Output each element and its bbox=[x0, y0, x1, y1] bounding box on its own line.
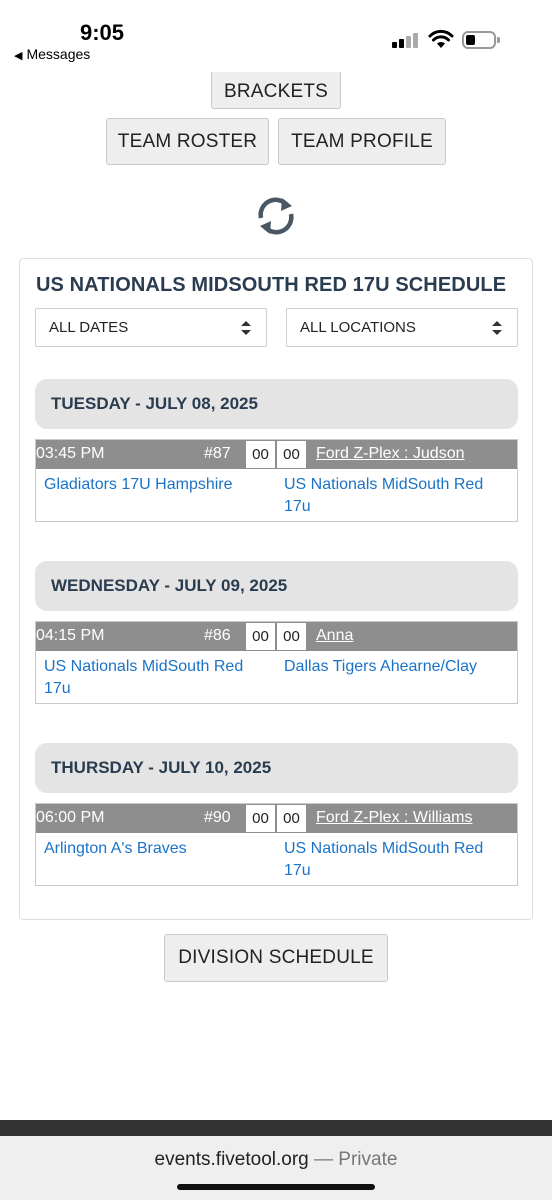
game-number: #87 bbox=[204, 445, 231, 462]
score-home: 00 bbox=[245, 622, 276, 651]
day-header: THURSDAY - JULY 10, 2025 bbox=[35, 743, 518, 793]
browser-toolbar-edge bbox=[0, 1120, 552, 1136]
game-location-link[interactable]: Ford Z-Plex : Williams bbox=[316, 809, 472, 827]
select-caret-icon bbox=[241, 321, 251, 335]
locations-filter-select[interactable]: ALL LOCATIONS bbox=[286, 308, 518, 347]
schedule-title: US NATIONALS MIDSOUTH RED 17U SCHEDULE bbox=[36, 274, 507, 296]
schedule-card: US NATIONALS MIDSOUTH RED 17U SCHEDULE A… bbox=[19, 258, 533, 920]
game-number: #90 bbox=[204, 809, 231, 826]
browser-address-bar[interactable]: events.fivetool.org — Private bbox=[0, 1136, 552, 1200]
cellular-signal-icon bbox=[392, 32, 420, 48]
score-away: 00 bbox=[276, 440, 307, 469]
refresh-icon[interactable] bbox=[254, 194, 298, 238]
brackets-button[interactable]: BRACKETS bbox=[211, 72, 341, 109]
game-time: 06:00 PM bbox=[36, 809, 105, 826]
wifi-icon bbox=[428, 29, 454, 48]
locations-filter-value: ALL LOCATIONS bbox=[300, 319, 416, 336]
team-link[interactable]: Dallas Tigers Ahearne/Clay bbox=[284, 656, 494, 678]
status-time: 9:05 bbox=[80, 20, 125, 45]
score-away: 00 bbox=[276, 622, 307, 651]
game-location-link[interactable]: Anna bbox=[316, 627, 353, 645]
back-triangle-icon: ◀ bbox=[14, 50, 23, 62]
game-time: 03:45 PM bbox=[36, 445, 105, 462]
private-label: — Private bbox=[314, 1149, 398, 1170]
dates-filter-value: ALL DATES bbox=[49, 319, 129, 336]
back-to-messages[interactable]: ◀ Messages bbox=[14, 46, 90, 62]
game-info-bar: 04:15 PM #86 00 00 Anna bbox=[36, 622, 517, 651]
score-home: 00 bbox=[245, 440, 276, 469]
back-label: Messages bbox=[26, 46, 91, 62]
status-bar: 9:05 ◀ Messages bbox=[0, 0, 552, 70]
score-home: 00 bbox=[245, 804, 276, 833]
team-link[interactable]: US Nationals MidSouth Red 17u bbox=[284, 838, 494, 882]
day-header: WEDNESDAY - JULY 09, 2025 bbox=[35, 561, 518, 611]
team-link[interactable]: US Nationals MidSouth Red 17u bbox=[284, 474, 494, 518]
game-number: #86 bbox=[204, 627, 231, 644]
home-indicator[interactable] bbox=[177, 1184, 375, 1190]
game-row: 04:15 PM #86 00 00 Anna US Nationals Mid… bbox=[35, 621, 518, 704]
select-caret-icon bbox=[492, 321, 502, 335]
score-away: 00 bbox=[276, 804, 307, 833]
page: 9:05 ◀ Messages BRACKETS TEAM ROSTER TEAM… bbox=[0, 0, 552, 1200]
team-link[interactable]: Arlington A's Braves bbox=[44, 838, 254, 860]
url-display[interactable]: events.fivetool.org — Private bbox=[0, 1149, 552, 1171]
game-location-link[interactable]: Ford Z-Plex : Judson bbox=[316, 445, 465, 463]
url-text: events.fivetool.org bbox=[154, 1149, 309, 1170]
team-roster-button[interactable]: TEAM ROSTER bbox=[106, 118, 269, 165]
team-link[interactable]: Gladiators 17U Hampshire bbox=[44, 474, 254, 496]
battery-icon bbox=[462, 31, 500, 49]
team-profile-button[interactable]: TEAM PROFILE bbox=[278, 118, 446, 165]
day-header: TUESDAY - JULY 08, 2025 bbox=[35, 379, 518, 429]
game-row: 06:00 PM #90 00 00 Ford Z-Plex : William… bbox=[35, 803, 518, 886]
dates-filter-select[interactable]: ALL DATES bbox=[35, 308, 267, 347]
game-row: 03:45 PM #87 00 00 Ford Z-Plex : Judson … bbox=[35, 439, 518, 522]
division-schedule-button[interactable]: DIVISION SCHEDULE bbox=[164, 934, 388, 982]
team-link[interactable]: US Nationals MidSouth Red 17u bbox=[44, 656, 254, 700]
game-info-bar: 06:00 PM #90 00 00 Ford Z-Plex : William… bbox=[36, 804, 517, 833]
game-time: 04:15 PM bbox=[36, 627, 105, 644]
game-info-bar: 03:45 PM #87 00 00 Ford Z-Plex : Judson bbox=[36, 440, 517, 469]
